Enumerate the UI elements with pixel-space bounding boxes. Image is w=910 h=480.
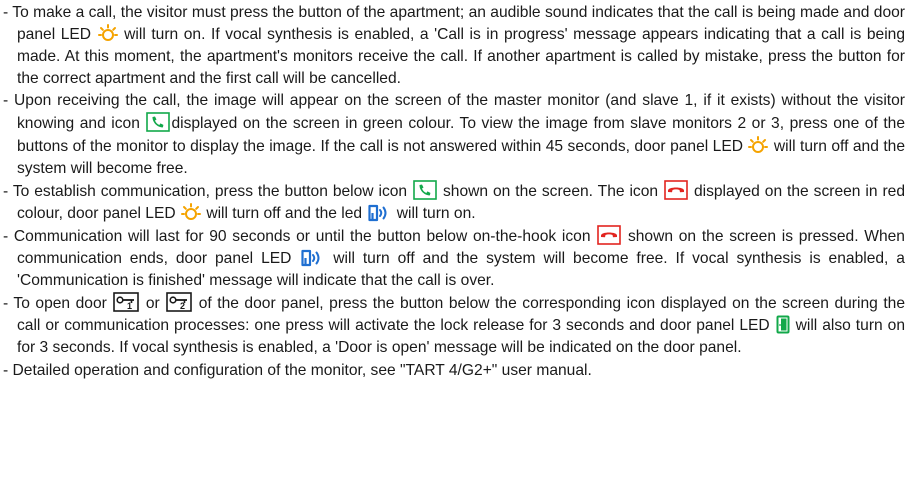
paragraph-text: - To establish communication, press the … xyxy=(3,182,413,200)
instruction-paragraph: - To establish communication, press the … xyxy=(3,179,905,225)
svg-text:2: 2 xyxy=(180,301,185,311)
sun-led-icon xyxy=(748,135,769,155)
instruction-paragraph: - To open door 1 or 2 of the door panel,… xyxy=(3,292,905,359)
paragraph-text: - To open door xyxy=(3,295,113,313)
hangup-red-icon xyxy=(597,225,622,245)
instruction-paragraph: - To make a call, the visitor must press… xyxy=(3,2,905,90)
speaker-led-icon xyxy=(367,204,391,222)
phone-green-icon xyxy=(413,179,437,200)
sun-led-icon xyxy=(97,24,118,43)
instructions-document: - To make a call, the visitor must press… xyxy=(3,2,905,382)
paragraph-text: will turn on. If vocal synthesis is enab… xyxy=(17,26,905,88)
sun-led-icon xyxy=(180,202,201,222)
paragraph-text: will turn on. xyxy=(392,204,476,222)
paragraph-text: - Communication will last for 90 seconds… xyxy=(3,227,597,245)
svg-text:1: 1 xyxy=(127,301,132,311)
door-key-1-icon: 1 xyxy=(113,292,140,313)
phone-green-icon xyxy=(146,112,171,133)
paragraph-text: - Detailed operation and configuration o… xyxy=(3,361,592,379)
paragraph-text: or xyxy=(140,295,166,313)
instruction-paragraph: - Communication will last for 90 seconds… xyxy=(3,225,905,292)
instruction-paragraph: - Upon receiving the call, the image wil… xyxy=(3,90,905,179)
paragraph-text: will turn off and the led xyxy=(201,204,367,222)
speaker-led-icon xyxy=(300,249,324,267)
door-key-2-icon: 2 xyxy=(166,292,193,313)
paragraph-text: shown on the screen. The icon xyxy=(438,182,664,200)
door-led-icon xyxy=(776,315,790,334)
instruction-paragraph: - Detailed operation and configuration o… xyxy=(3,360,905,382)
hangup-red-icon xyxy=(664,179,688,200)
